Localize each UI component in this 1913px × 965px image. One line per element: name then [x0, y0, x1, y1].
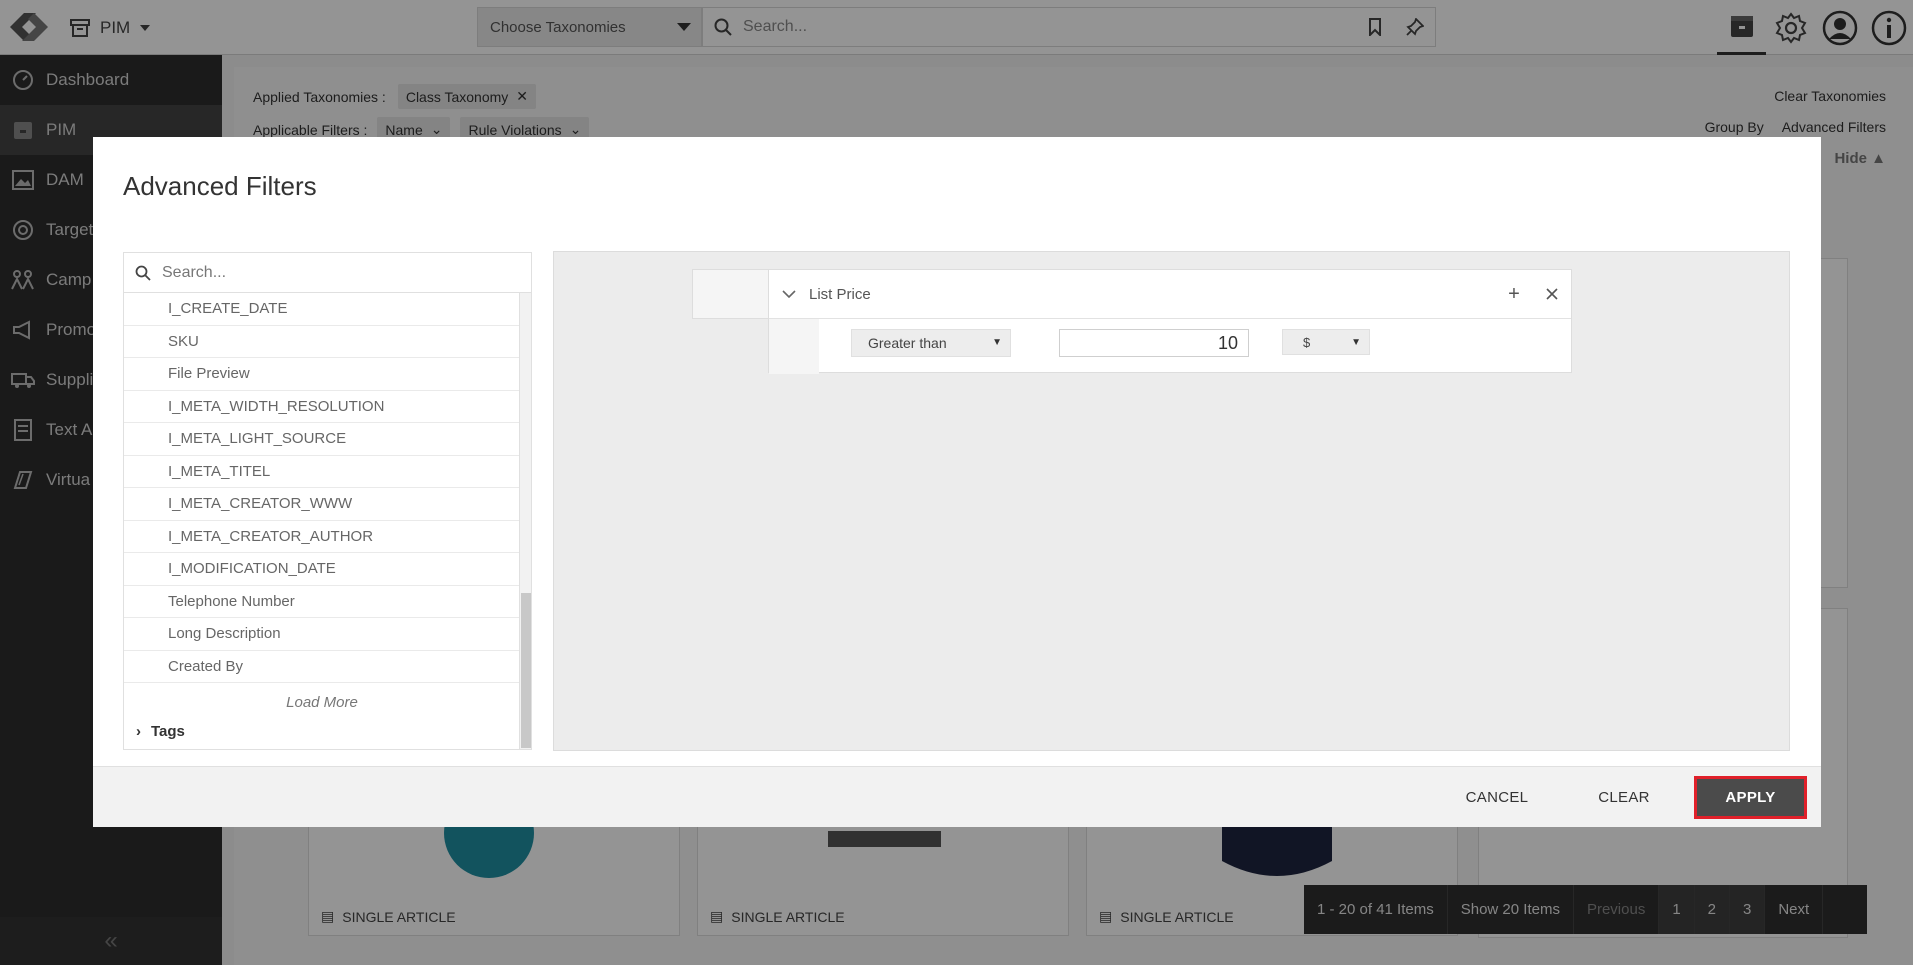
- attribute-search-input[interactable]: [162, 254, 531, 291]
- attribute-list-scrollbar[interactable]: [519, 293, 531, 749]
- attribute-item[interactable]: I_META_CREATOR_WWW: [124, 488, 520, 521]
- add-condition-icon[interactable]: +: [1495, 283, 1533, 306]
- operator-select-value: Greater than: [868, 335, 947, 351]
- attribute-item[interactable]: File Preview: [124, 358, 520, 391]
- rule-drag-handle[interactable]: [692, 269, 769, 319]
- apply-button[interactable]: APPLY: [1694, 776, 1807, 819]
- caret-down-icon: ▼: [1351, 337, 1361, 348]
- clear-button[interactable]: CLEAR: [1590, 776, 1658, 819]
- attribute-item[interactable]: SKU: [124, 326, 520, 358]
- attribute-item[interactable]: Created By: [124, 651, 520, 683]
- cancel-button[interactable]: CANCEL: [1457, 776, 1537, 819]
- condition-drag-handle[interactable]: [769, 319, 819, 374]
- search-icon: [124, 265, 162, 281]
- attribute-item[interactable]: I_META_WIDTH_RESOLUTION: [124, 391, 520, 423]
- advanced-filters-dialog: Advanced Filters I_CREATE_DATE SKU File …: [93, 137, 1821, 827]
- filter-rule: List Price + Greater than ▼ 10 $ ▼: [768, 269, 1572, 374]
- filter-rule-header: List Price +: [769, 270, 1571, 319]
- tags-group-label: Tags: [151, 722, 185, 740]
- attribute-item[interactable]: Telephone Number: [124, 586, 520, 618]
- dialog-footer: CANCEL CLEAR APPLY: [93, 766, 1821, 827]
- value-input[interactable]: 10: [1059, 329, 1249, 357]
- attribute-list-panel: I_CREATE_DATE SKU File Preview I_META_WI…: [123, 252, 532, 750]
- close-icon[interactable]: [1533, 288, 1571, 300]
- filter-builder-panel: List Price + Greater than ▼ 10 $ ▼: [553, 251, 1790, 751]
- filter-rule-name: List Price: [809, 285, 871, 303]
- attribute-search: [124, 253, 531, 293]
- attribute-item[interactable]: Long Description: [124, 618, 520, 651]
- dialog-title: Advanced Filters: [123, 171, 317, 201]
- attribute-item[interactable]: I_META_CREATOR_AUTHOR: [124, 521, 520, 553]
- attribute-list: I_CREATE_DATE SKU File Preview I_META_WI…: [124, 293, 520, 741]
- chevron-right-icon: ›: [136, 722, 141, 740]
- load-more-link[interactable]: Load More: [124, 683, 520, 721]
- caret-down-icon: ▼: [992, 337, 1002, 348]
- chevron-down-icon[interactable]: [769, 290, 809, 298]
- attribute-item[interactable]: I_CREATE_DATE: [124, 293, 520, 326]
- currency-select[interactable]: $ ▼: [1282, 329, 1370, 355]
- attribute-item[interactable]: I_META_LIGHT_SOURCE: [124, 423, 520, 456]
- attribute-item[interactable]: I_META_TITEL: [124, 456, 520, 488]
- tags-group[interactable]: › Tags: [124, 721, 520, 741]
- scrollbar-thumb[interactable]: [521, 593, 531, 748]
- operator-select[interactable]: Greater than ▼: [851, 329, 1011, 357]
- currency-select-value: $: [1303, 334, 1311, 350]
- attribute-item[interactable]: I_MODIFICATION_DATE: [124, 553, 520, 586]
